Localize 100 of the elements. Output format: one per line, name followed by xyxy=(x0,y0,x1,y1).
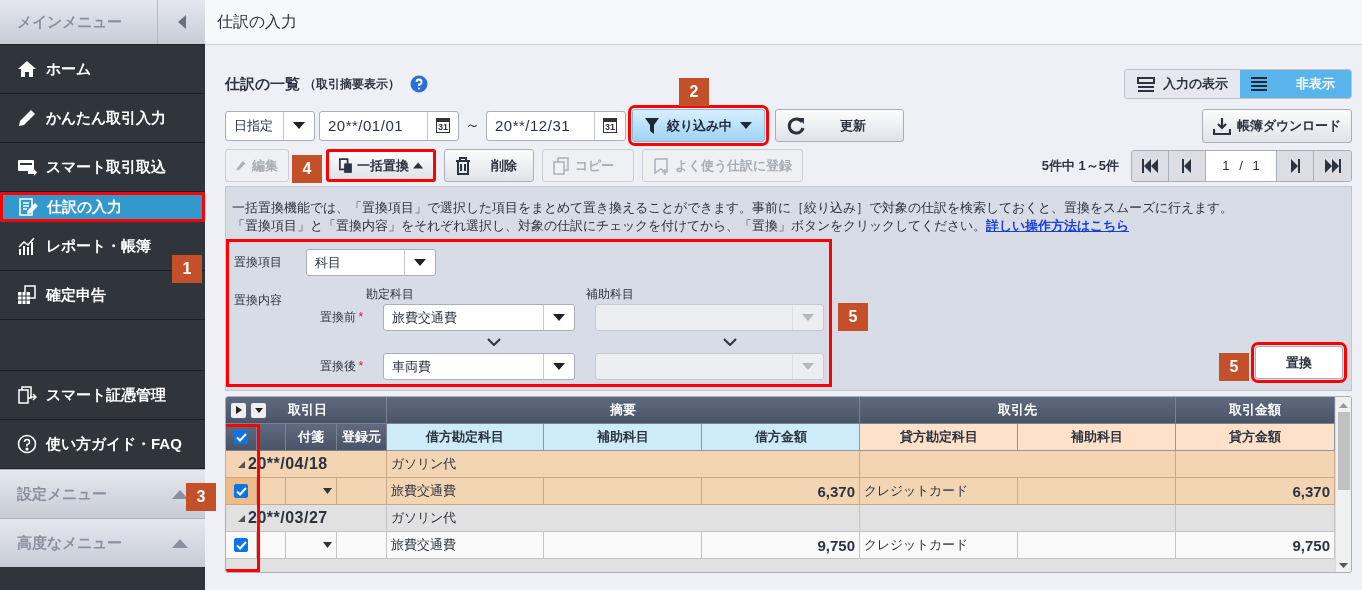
caret-icon xyxy=(802,363,814,370)
refresh-icon xyxy=(786,115,806,136)
collapse-triangle-icon[interactable] xyxy=(238,460,245,468)
previous-icon xyxy=(1182,158,1192,173)
bookmark-icon xyxy=(653,156,669,175)
callout-badge: 4 xyxy=(292,155,322,183)
field-label: 置換前 * xyxy=(318,309,364,326)
triangle-left-icon xyxy=(176,15,187,29)
caret-icon xyxy=(293,122,305,129)
amount-cell: 6,370 xyxy=(1176,478,1335,505)
row-checkbox[interactable] xyxy=(234,484,248,498)
table-cell: クレジットカード xyxy=(860,532,1018,559)
docs-icon xyxy=(17,385,37,405)
caret-icon[interactable] xyxy=(323,542,332,548)
scroll-up-icon[interactable] xyxy=(1339,403,1348,408)
copy-icon xyxy=(553,156,569,175)
help-icon[interactable] xyxy=(410,75,428,93)
column-header: 摘要 xyxy=(387,397,860,424)
field-label: 置換項目 xyxy=(234,254,283,271)
caret-icon[interactable] xyxy=(323,488,332,494)
last-page-icon xyxy=(1324,158,1341,173)
row-checkbox[interactable] xyxy=(234,538,248,552)
account-select[interactable]: 旅費交通費 xyxy=(383,304,575,331)
chevron-down-icon xyxy=(723,338,737,346)
date-field[interactable]: 20**/12/31 31 xyxy=(486,110,626,141)
home-icon xyxy=(17,59,37,79)
menu-title: メインメニュー xyxy=(16,11,123,32)
amount-cell: 9,750 xyxy=(1176,532,1335,559)
record-count: 5件中 1～5件 xyxy=(1041,156,1119,175)
previous-page-button[interactable] xyxy=(1169,150,1206,181)
table-cell: ガソリン代 xyxy=(387,505,860,532)
column-header: 補助科目 xyxy=(544,424,702,451)
column-header: 取引先 xyxy=(860,397,1176,424)
caret-icon xyxy=(802,314,814,321)
pencil-icon xyxy=(17,108,37,128)
caret-icon xyxy=(412,162,423,169)
info-text: 「置換項目」と「置換内容」をそれぞれ選択し、対象の仕訳にチェックを付けてから、「置換」ボタンをクリックしてください。詳しい操作方法はこちら xyxy=(232,217,1130,235)
triangle-right-icon xyxy=(235,406,242,414)
last-page-button[interactable] xyxy=(1314,150,1351,181)
sticky-note-cell[interactable] xyxy=(286,478,337,505)
column-header: 貸方勘定科目 xyxy=(860,424,1018,451)
table-cell: 旅費交通費 xyxy=(387,478,544,505)
collapse-triangle-icon[interactable] xyxy=(238,514,245,522)
download-icon xyxy=(1213,116,1231,135)
help-icon xyxy=(17,434,37,454)
column-header: 取引日 xyxy=(226,397,387,424)
column-header: 借方金額 xyxy=(702,424,860,451)
callout-badge: 5 xyxy=(838,303,868,331)
trash-icon xyxy=(455,156,471,175)
caret-icon xyxy=(552,314,565,321)
caret-icon xyxy=(552,363,565,370)
column-header: 借方勘定科目 xyxy=(387,424,544,451)
first-page-button[interactable] xyxy=(1132,150,1169,181)
table-cell: ガソリン代 xyxy=(387,451,860,478)
view-toggle-tab[interactable]: 入力の表示 xyxy=(1125,70,1240,98)
toolbar-button[interactable]: 削除 xyxy=(444,149,534,182)
expand-button[interactable] xyxy=(231,402,246,418)
table-cell xyxy=(337,478,387,505)
help-link[interactable]: 詳しい操作方法はこちら xyxy=(986,219,1129,233)
sidebar-item[interactable]: スマート証憑管理 xyxy=(0,371,205,420)
chart-icon xyxy=(17,236,37,256)
replace-icon xyxy=(339,156,353,175)
caret-icon xyxy=(414,259,426,266)
table-cell: クレジットカード xyxy=(860,478,1018,505)
scrollbar[interactable] xyxy=(1335,397,1351,572)
section-title: 仕訳の一覧 xyxy=(225,74,300,94)
rows-icon xyxy=(1137,76,1155,92)
next-icon xyxy=(1290,158,1300,173)
scroll-down-icon[interactable] xyxy=(1339,563,1348,568)
table-cell xyxy=(337,532,387,559)
column-header: 付箋 xyxy=(286,424,337,451)
column-header: 補助科目 xyxy=(1018,424,1176,451)
date-mode-select[interactable]: 日指定 xyxy=(225,110,315,141)
refresh-button[interactable]: 更新 xyxy=(775,109,904,142)
column-header: 取引金額 xyxy=(1176,397,1335,424)
page-title: 仕訳の入力 xyxy=(217,11,297,32)
toolbar-button[interactable]: 一括置換 xyxy=(326,149,436,182)
dropdown-button[interactable] xyxy=(251,402,266,418)
field-label: 置換後 * xyxy=(318,358,364,375)
select-all-checkbox[interactable] xyxy=(234,430,248,444)
calc-icon xyxy=(17,285,37,305)
card-icon xyxy=(17,157,37,177)
callout-badge: 1 xyxy=(172,255,202,283)
table-cell: 旅費交通費 xyxy=(387,532,544,559)
info-text: 一括置換機能では、「置換項目」で選択した項目をまとめて置き換えることができます。事前に［絞り込み］で対象の仕訳を検索しておくと、置換をスムーズに行えます。 xyxy=(232,200,1234,217)
next-page-button[interactable] xyxy=(1277,150,1314,181)
column-header: 貸方金額 xyxy=(1176,424,1335,451)
caret-icon xyxy=(740,122,752,129)
filter-icon xyxy=(645,117,659,134)
download-button[interactable]: 帳簿ダウンロード xyxy=(1202,108,1352,143)
callout-badge: 3 xyxy=(186,483,216,511)
scrollbar-thumb[interactable] xyxy=(1337,412,1350,490)
sticky-note-cell[interactable] xyxy=(286,532,337,559)
replace-item-select[interactable]: 科目 xyxy=(306,249,436,276)
column-label: 補助科目 xyxy=(586,286,634,303)
account-select[interactable]: 車両費 xyxy=(383,353,575,380)
date-field[interactable]: 20**/01/01 31 xyxy=(319,110,459,141)
callout-badge: 5 xyxy=(1219,353,1249,381)
section-subtitle: （取引摘要表示） xyxy=(304,75,400,93)
column-header: 登録元 xyxy=(337,424,387,451)
